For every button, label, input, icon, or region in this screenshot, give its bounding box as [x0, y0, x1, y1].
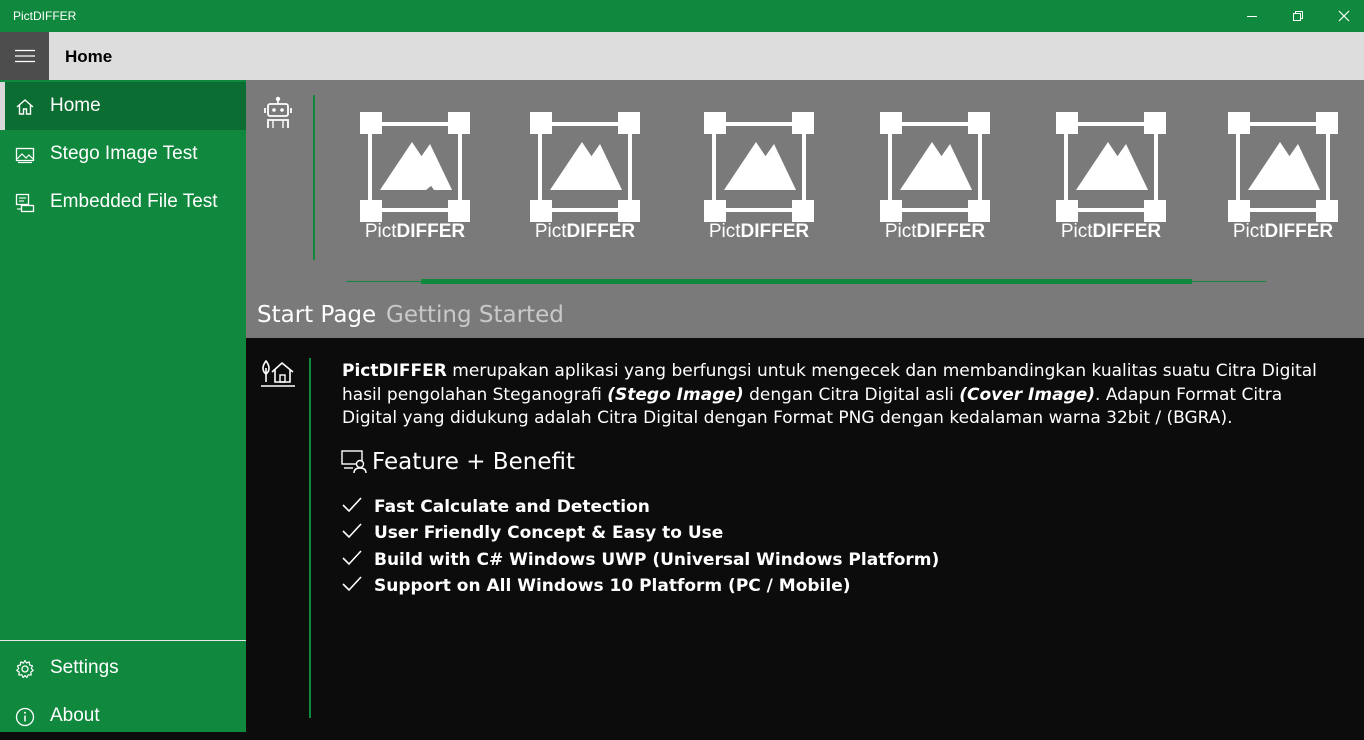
- hamburger-icon: [15, 49, 35, 63]
- logo-text-pict: Pict: [534, 221, 567, 242]
- logo-text-differ: DIFFER: [740, 221, 810, 242]
- banner-divider: [313, 95, 315, 260]
- home-icon: [16, 99, 34, 115]
- restore-icon: [1293, 11, 1303, 21]
- pictdiffer-logo-icon: [530, 112, 640, 222]
- intro-stego: (Stego Image): [607, 384, 744, 405]
- intro-text-2: dengan Citra Digital asli: [743, 384, 960, 405]
- feature-user-icon: [341, 450, 367, 474]
- app-title: PictDIFFER: [13, 9, 77, 23]
- nav-label-home: Home: [50, 95, 101, 116]
- pictdiffer-logo-icon: [360, 112, 470, 222]
- logo-text: PictDIFFER: [1224, 221, 1342, 243]
- feature-text: Build with C# Windows UWP (Universal Win…: [374, 549, 940, 570]
- feature-title: Feature + Benefit: [372, 449, 575, 475]
- banner: PictDIFFER PictDIFFER PictDIFFER PictDIF…: [246, 80, 1364, 338]
- robot-icon: [264, 96, 292, 128]
- tab-getting-started[interactable]: Getting Started: [386, 302, 564, 328]
- content-divider: [309, 358, 311, 718]
- nav-item-settings[interactable]: Settings: [0, 644, 246, 692]
- header-bar: Home: [0, 32, 1364, 80]
- nav-item-about[interactable]: About: [0, 692, 246, 740]
- nav-label-stego-image-test: Stego Image Test: [50, 143, 198, 164]
- banner-scrollbar-thumb[interactable]: [421, 279, 1192, 284]
- pictdiffer-logo-icon: [1056, 112, 1166, 222]
- pictdiffer-logo: PictDIFFER: [876, 110, 994, 242]
- title-bar: PictDIFFER: [0, 0, 1364, 32]
- pictdiffer-logo: PictDIFFER: [356, 110, 474, 242]
- logo-text: PictDIFFER: [526, 221, 644, 243]
- intro-paragraph: PictDIFFER merupakan aplikasi yang berfu…: [342, 360, 1342, 431]
- logo-text: PictDIFFER: [876, 221, 994, 243]
- logo-text-differ: DIFFER: [396, 221, 466, 242]
- nav-divider: [0, 640, 246, 641]
- nav-item-embedded-file-test[interactable]: Embedded File Test: [0, 178, 246, 226]
- image-icon: [15, 147, 35, 164]
- embedded-file-icon: [15, 193, 35, 213]
- logo-text-pict: Pict: [364, 221, 397, 242]
- intro-cover: (Cover Image): [959, 384, 1096, 405]
- nav-label-about: About: [50, 705, 100, 726]
- checkmark-icon: [342, 523, 362, 539]
- checkmark-icon: [342, 497, 362, 513]
- minimize-icon: [1247, 16, 1257, 17]
- logo-text-pict: Pict: [1060, 221, 1093, 242]
- info-icon: [15, 707, 35, 727]
- page-title: Home: [65, 47, 113, 66]
- nav-label-embedded-file-test: Embedded File Test: [50, 191, 218, 212]
- minimize-button[interactable]: [1229, 0, 1275, 32]
- feature-text: Fast Calculate and Detection: [374, 497, 650, 517]
- navigation-pane: Home Stego Image Test Embedded File Test…: [0, 80, 246, 732]
- intro-app-name: PictDIFFER: [342, 361, 447, 381]
- pictdiffer-logo: PictDIFFER: [1052, 110, 1170, 242]
- tree-house-icon: [261, 359, 295, 387]
- logo-text: PictDIFFER: [700, 221, 818, 243]
- nav-label-settings: Settings: [50, 657, 119, 678]
- logo-text-differ: DIFFER: [566, 221, 636, 242]
- logo-text-differ: DIFFER: [1092, 221, 1162, 242]
- logo-text-differ: DIFFER: [1264, 221, 1334, 242]
- pictdiffer-logo: PictDIFFER: [1224, 110, 1342, 242]
- selection-indicator: [0, 82, 5, 130]
- pictdiffer-logo-icon: [880, 112, 990, 222]
- checkmark-icon: [342, 576, 362, 592]
- logo-text-pict: Pict: [884, 221, 917, 242]
- logo-text-differ: DIFFER: [916, 221, 986, 242]
- nav-item-stego-image-test[interactable]: Stego Image Test: [0, 130, 246, 178]
- start-page-content: PictDIFFER merupakan aplikasi yang berfu…: [246, 338, 1364, 732]
- logo-text: PictDIFFER: [356, 221, 474, 243]
- pictdiffer-logo: PictDIFFER: [526, 110, 644, 242]
- logo-text-pict: Pict: [1232, 221, 1265, 242]
- close-button[interactable]: [1321, 0, 1364, 32]
- checkmark-icon: [342, 550, 362, 565]
- hamburger-button[interactable]: [0, 32, 49, 80]
- tab-start-page[interactable]: Start Page: [257, 302, 376, 328]
- pictdiffer-logo-icon: [1228, 112, 1338, 222]
- nav-item-home[interactable]: Home: [0, 82, 246, 130]
- gear-icon: [16, 659, 34, 679]
- close-icon: [1338, 10, 1350, 22]
- logo-text-pict: Pict: [708, 221, 741, 242]
- logo-text: PictDIFFER: [1052, 221, 1170, 243]
- restore-button[interactable]: [1275, 0, 1321, 32]
- pictdiffer-logo-icon: [704, 112, 814, 222]
- pictdiffer-logo: PictDIFFER: [700, 110, 818, 242]
- feature-text: User Friendly Concept & Easy to Use: [374, 523, 724, 544]
- feature-text: Support on All Windows 10 Platform (PC /…: [374, 576, 851, 597]
